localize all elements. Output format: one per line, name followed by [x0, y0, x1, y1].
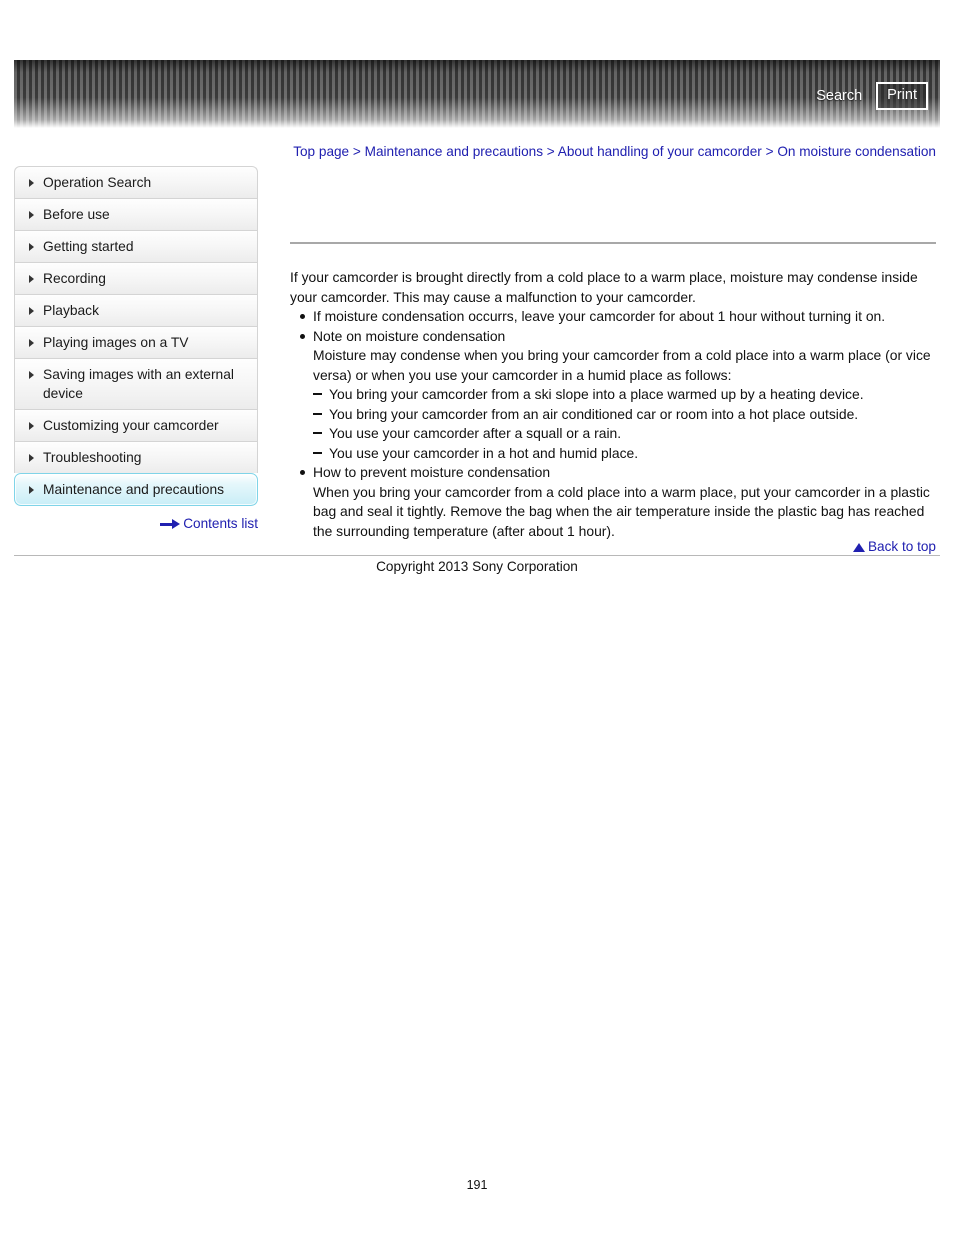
sidebar-item-label: Troubleshooting [43, 450, 142, 465]
sidebar-item-saving-images-with-an-external-device[interactable]: Saving images with an external device [14, 358, 258, 409]
sub-list-item-text: You use your camcorder in a hot and humi… [329, 444, 639, 461]
contents-list-link[interactable]: Contents list [14, 515, 258, 533]
back-to-top-label: Back to top [867, 539, 936, 554]
dash-icon [313, 451, 322, 454]
caret-right-icon [29, 307, 34, 315]
main-content: If your camcorder is brought directly fr… [290, 242, 936, 541]
breadcrumb-item-top-page[interactable]: Top page [293, 144, 349, 159]
sidebar-item-label: Customizing your camcorder [43, 418, 219, 433]
sidebar-item-operation-search[interactable]: Operation Search [14, 166, 258, 198]
breadcrumb-item-maintenance-and-precautions[interactable]: Maintenance and precautions [365, 144, 543, 159]
sidebar-item-before-use[interactable]: Before use [14, 198, 258, 230]
caret-right-icon [29, 454, 34, 462]
sidebar-item-label: Operation Search [43, 175, 152, 190]
search-link[interactable]: Search [816, 88, 862, 104]
breadcrumb-item-on-moisture-condensation[interactable]: On moisture condensation [777, 144, 936, 159]
caret-right-icon [29, 371, 34, 379]
sidebar-item-label: Playing images on a TV [43, 335, 189, 350]
sidebar-item-label: Before use [43, 207, 110, 222]
intro-paragraph: If your camcorder is brought directly fr… [290, 269, 918, 305]
sub-list-item-text: You use your camcorder after a squall or… [329, 425, 622, 441]
dash-icon [313, 432, 322, 434]
caret-right-icon [29, 211, 34, 219]
sidebar-item-getting-started[interactable]: Getting started [14, 230, 258, 262]
sidebar: Operation Search Before use Getting starte… [14, 166, 258, 533]
caret-right-icon [29, 339, 34, 347]
sidebar-item-label: Recording [43, 271, 106, 286]
contents-list-label: Contents list [183, 516, 258, 531]
sidebar-item-label: Getting started [43, 239, 134, 254]
arrow-right-icon [160, 519, 181, 529]
header-banner: Search Print [14, 60, 940, 128]
sub-list-item: You bring your camcorder from an air con… [313, 405, 936, 425]
content-top-divider [290, 242, 936, 244]
sub-list-item: You bring your camcorder from a ski slop… [313, 385, 936, 405]
list-item: How to prevent moisture condensation When… [290, 463, 936, 541]
breadcrumb: Top page > Maintenance and precautions >… [290, 142, 936, 162]
list-item-text: How to prevent moisture condensation [313, 464, 551, 480]
sidebar-item-playback[interactable]: Playback [14, 294, 258, 326]
sidebar-item-recording[interactable]: Recording [14, 262, 258, 294]
breadcrumb-separator: > [352, 144, 361, 159]
triangle-up-icon [852, 543, 865, 552]
list-item-detail: When you bring your camcorder from a col… [313, 483, 930, 539]
breadcrumb-item-about-handling-of-your-camcorder[interactable]: About handling of your camcorder [558, 144, 762, 159]
caret-right-icon [29, 422, 34, 430]
copyright-text: Copyright 2013 Sony Corporation [376, 559, 578, 574]
breadcrumb-separator: > [546, 144, 555, 159]
dash-icon [313, 393, 322, 395]
back-to-top-link[interactable]: Back to top [290, 538, 936, 556]
print-button[interactable]: Print [876, 82, 928, 110]
list-item-detail: Moisture may condense when you bring you… [313, 347, 931, 383]
bullet-dot-icon [300, 470, 305, 475]
list-item: If moisture condensation occurrs, leave … [290, 307, 936, 327]
caret-right-icon [29, 486, 34, 494]
list-item-text: Note on moisture condensation [313, 327, 506, 344]
sub-list-item: You use your camcorder in a hot and humi… [313, 444, 936, 464]
bullet-dot-icon [300, 314, 305, 319]
sub-list-item-text: You bring your camcorder from a ski slop… [329, 386, 864, 402]
sidebar-item-label: Playback [43, 303, 99, 318]
caret-right-icon [29, 179, 34, 187]
bullet-list: If moisture condensation occurrs, leave … [290, 307, 936, 541]
list-item: Note on moisture condensation Moisture ma… [290, 327, 936, 464]
sidebar-item-troubleshooting[interactable]: Troubleshooting [14, 441, 258, 473]
sidebar-item-label: Maintenance and precautions [43, 482, 225, 497]
sub-list: You bring your camcorder from a ski slop… [313, 385, 936, 463]
breadcrumb-separator: > [765, 144, 774, 159]
sidebar-item-maintenance-and-precautions[interactable]: Maintenance and precautions [14, 473, 258, 506]
caret-right-icon [29, 243, 34, 251]
dash-icon [313, 412, 322, 415]
bullet-dot-icon [300, 333, 305, 339]
header-actions: Search Print [816, 82, 928, 110]
sidebar-item-playing-images-on-a-tv[interactable]: Playing images on a TV [14, 326, 258, 358]
sub-list-item-text: You bring your camcorder from an air con… [329, 405, 859, 422]
sidebar-item-customizing-your-camcorder[interactable]: Customizing your camcorder [14, 409, 258, 441]
caret-right-icon [29, 275, 34, 283]
sub-list-item: You use your camcorder after a squall or… [313, 424, 936, 444]
page-number: 191 [466, 1178, 488, 1192]
sidebar-item-label: Saving images with an external device [43, 367, 234, 401]
list-item-text: If moisture condensation occurrs, leave … [313, 308, 886, 324]
footer-divider [14, 555, 940, 556]
